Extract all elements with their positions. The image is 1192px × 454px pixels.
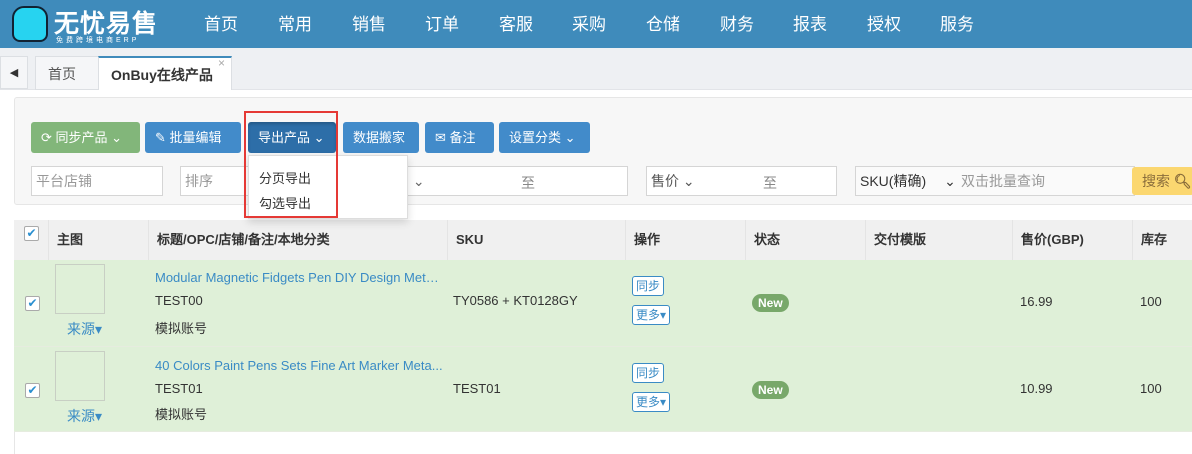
note-label: 备注 xyxy=(449,130,476,145)
sku-search-input[interactable]: 双击批量查询 xyxy=(961,167,1045,195)
nav-purchase[interactable]: 采购 xyxy=(572,0,606,48)
tab-label: OnBuy在线产品 xyxy=(111,67,213,83)
note-button[interactable]: ✉ 备注 xyxy=(425,122,494,153)
nav-authorize[interactable]: 授权 xyxy=(867,0,901,48)
price: 16.99 xyxy=(1020,294,1053,309)
data-move-button[interactable]: 数据搬家 xyxy=(343,122,419,153)
tab-scroll-left-icon[interactable]: ◀ xyxy=(0,56,28,89)
set-category-label: 设置分类 xyxy=(509,130,562,145)
search-button[interactable]: 搜索 🔍︎ xyxy=(1132,167,1192,195)
to-label: 至 xyxy=(521,175,535,191)
nav-warehouse[interactable]: 仓储 xyxy=(646,0,680,48)
nav-services[interactable]: 服务 xyxy=(940,0,974,48)
shop-name: 模拟账号 xyxy=(155,321,208,336)
more-label: 更多 xyxy=(636,395,661,409)
sku-type-select[interactable]: SKU(精确) xyxy=(860,173,926,189)
search-label: 搜索 xyxy=(1142,173,1170,189)
sync-label: 同步产品 xyxy=(55,130,108,145)
col-template: 交付模版 xyxy=(865,220,1012,260)
sort-select[interactable]: 排序 xyxy=(180,166,250,196)
refresh-icon: ⟳ xyxy=(41,130,52,145)
col-price: 售价(GBP) xyxy=(1012,220,1132,260)
nav-reports[interactable]: 报表 xyxy=(793,0,827,48)
set-category-button[interactable]: 设置分类 ⌄ xyxy=(499,122,590,153)
sync-products-button[interactable]: ⟳ 同步产品 ⌄ xyxy=(31,122,140,153)
search-icon: 🔍︎ xyxy=(1173,173,1192,189)
col-stock: 库存 xyxy=(1132,220,1192,260)
source-label: 来源 xyxy=(67,408,95,424)
envelope-icon: ✉ xyxy=(435,130,446,145)
more-dropdown[interactable]: 更多▾ xyxy=(632,305,671,325)
opc: TEST01 xyxy=(155,381,203,396)
product-image xyxy=(55,351,105,401)
stock: 100 xyxy=(1140,294,1162,309)
nav-home[interactable]: 首页 xyxy=(204,0,238,48)
col-sku: SKU xyxy=(447,220,627,260)
row-checkbox[interactable]: ✔ xyxy=(25,383,40,398)
tab-onbuy-products[interactable]: OnBuy在线产品 xyxy=(98,56,232,90)
edit-icon: ✎ xyxy=(155,130,166,145)
batch-edit-button[interactable]: ✎ 批量编辑 xyxy=(145,122,241,153)
logo-subtitle: 免费跨境电商ERP xyxy=(56,37,140,44)
product-image xyxy=(55,264,105,314)
table-border xyxy=(14,432,15,454)
tab-home[interactable]: 首页 xyxy=(35,56,99,90)
price: 10.99 xyxy=(1020,381,1053,396)
stock: 100 xyxy=(1140,381,1162,396)
more-label: 更多 xyxy=(636,308,661,322)
shop-input[interactable]: 平台店铺 xyxy=(31,166,163,196)
status-badge: New xyxy=(752,381,789,399)
product-title-link[interactable]: 40 Colors Paint Pens Sets Fine Art Marke… xyxy=(155,358,443,373)
sku: TY0586 + KT0128GY xyxy=(453,293,578,308)
col-main-image: 主图 xyxy=(48,220,148,260)
select-all-checkbox[interactable]: ✔ xyxy=(24,226,39,241)
nav-orders[interactable]: 订单 xyxy=(425,0,459,48)
sync-button[interactable]: 同步 xyxy=(632,276,665,296)
sku: TEST01 xyxy=(453,381,501,396)
nav-service[interactable]: 客服 xyxy=(499,0,533,48)
more-dropdown[interactable]: 更多▾ xyxy=(632,392,671,412)
nav-sales[interactable]: 销售 xyxy=(352,0,386,48)
opc: TEST00 xyxy=(155,293,203,308)
product-title-link[interactable]: Modular Magnetic Fidgets Pen DIY Design … xyxy=(155,270,439,285)
col-actions: 操作 xyxy=(625,220,745,260)
col-status: 状态 xyxy=(745,220,865,260)
sync-button[interactable]: 同步 xyxy=(632,363,665,383)
highlight-box xyxy=(244,111,338,218)
row-checkbox[interactable]: ✔ xyxy=(25,296,40,311)
batch-edit-label: 批量编辑 xyxy=(169,130,222,145)
source-label: 来源 xyxy=(67,321,95,337)
nav-finance[interactable]: 财务 xyxy=(720,0,754,48)
date-range-input[interactable]: 间 ⌄至 xyxy=(390,166,628,196)
sku-search-group: SKU(精确) ⌄ 双击批量查询 xyxy=(855,166,1135,196)
tab-close-icon[interactable]: × xyxy=(218,56,225,70)
shop-name: 模拟账号 xyxy=(155,407,208,422)
source-dropdown[interactable]: 来源▾ xyxy=(67,319,102,339)
status-badge: New xyxy=(752,294,789,312)
price-range-input[interactable]: 售价 ⌄ 至 xyxy=(646,166,837,196)
nav-common[interactable]: 常用 xyxy=(278,0,312,48)
logo-octopus-icon xyxy=(12,6,48,42)
to-label: 至 xyxy=(763,175,777,191)
source-dropdown[interactable]: 来源▾ xyxy=(67,406,102,426)
price-select[interactable]: 售价 xyxy=(651,173,679,189)
col-title: 标题/OPC/店铺/备注/本地分类 xyxy=(148,220,447,260)
